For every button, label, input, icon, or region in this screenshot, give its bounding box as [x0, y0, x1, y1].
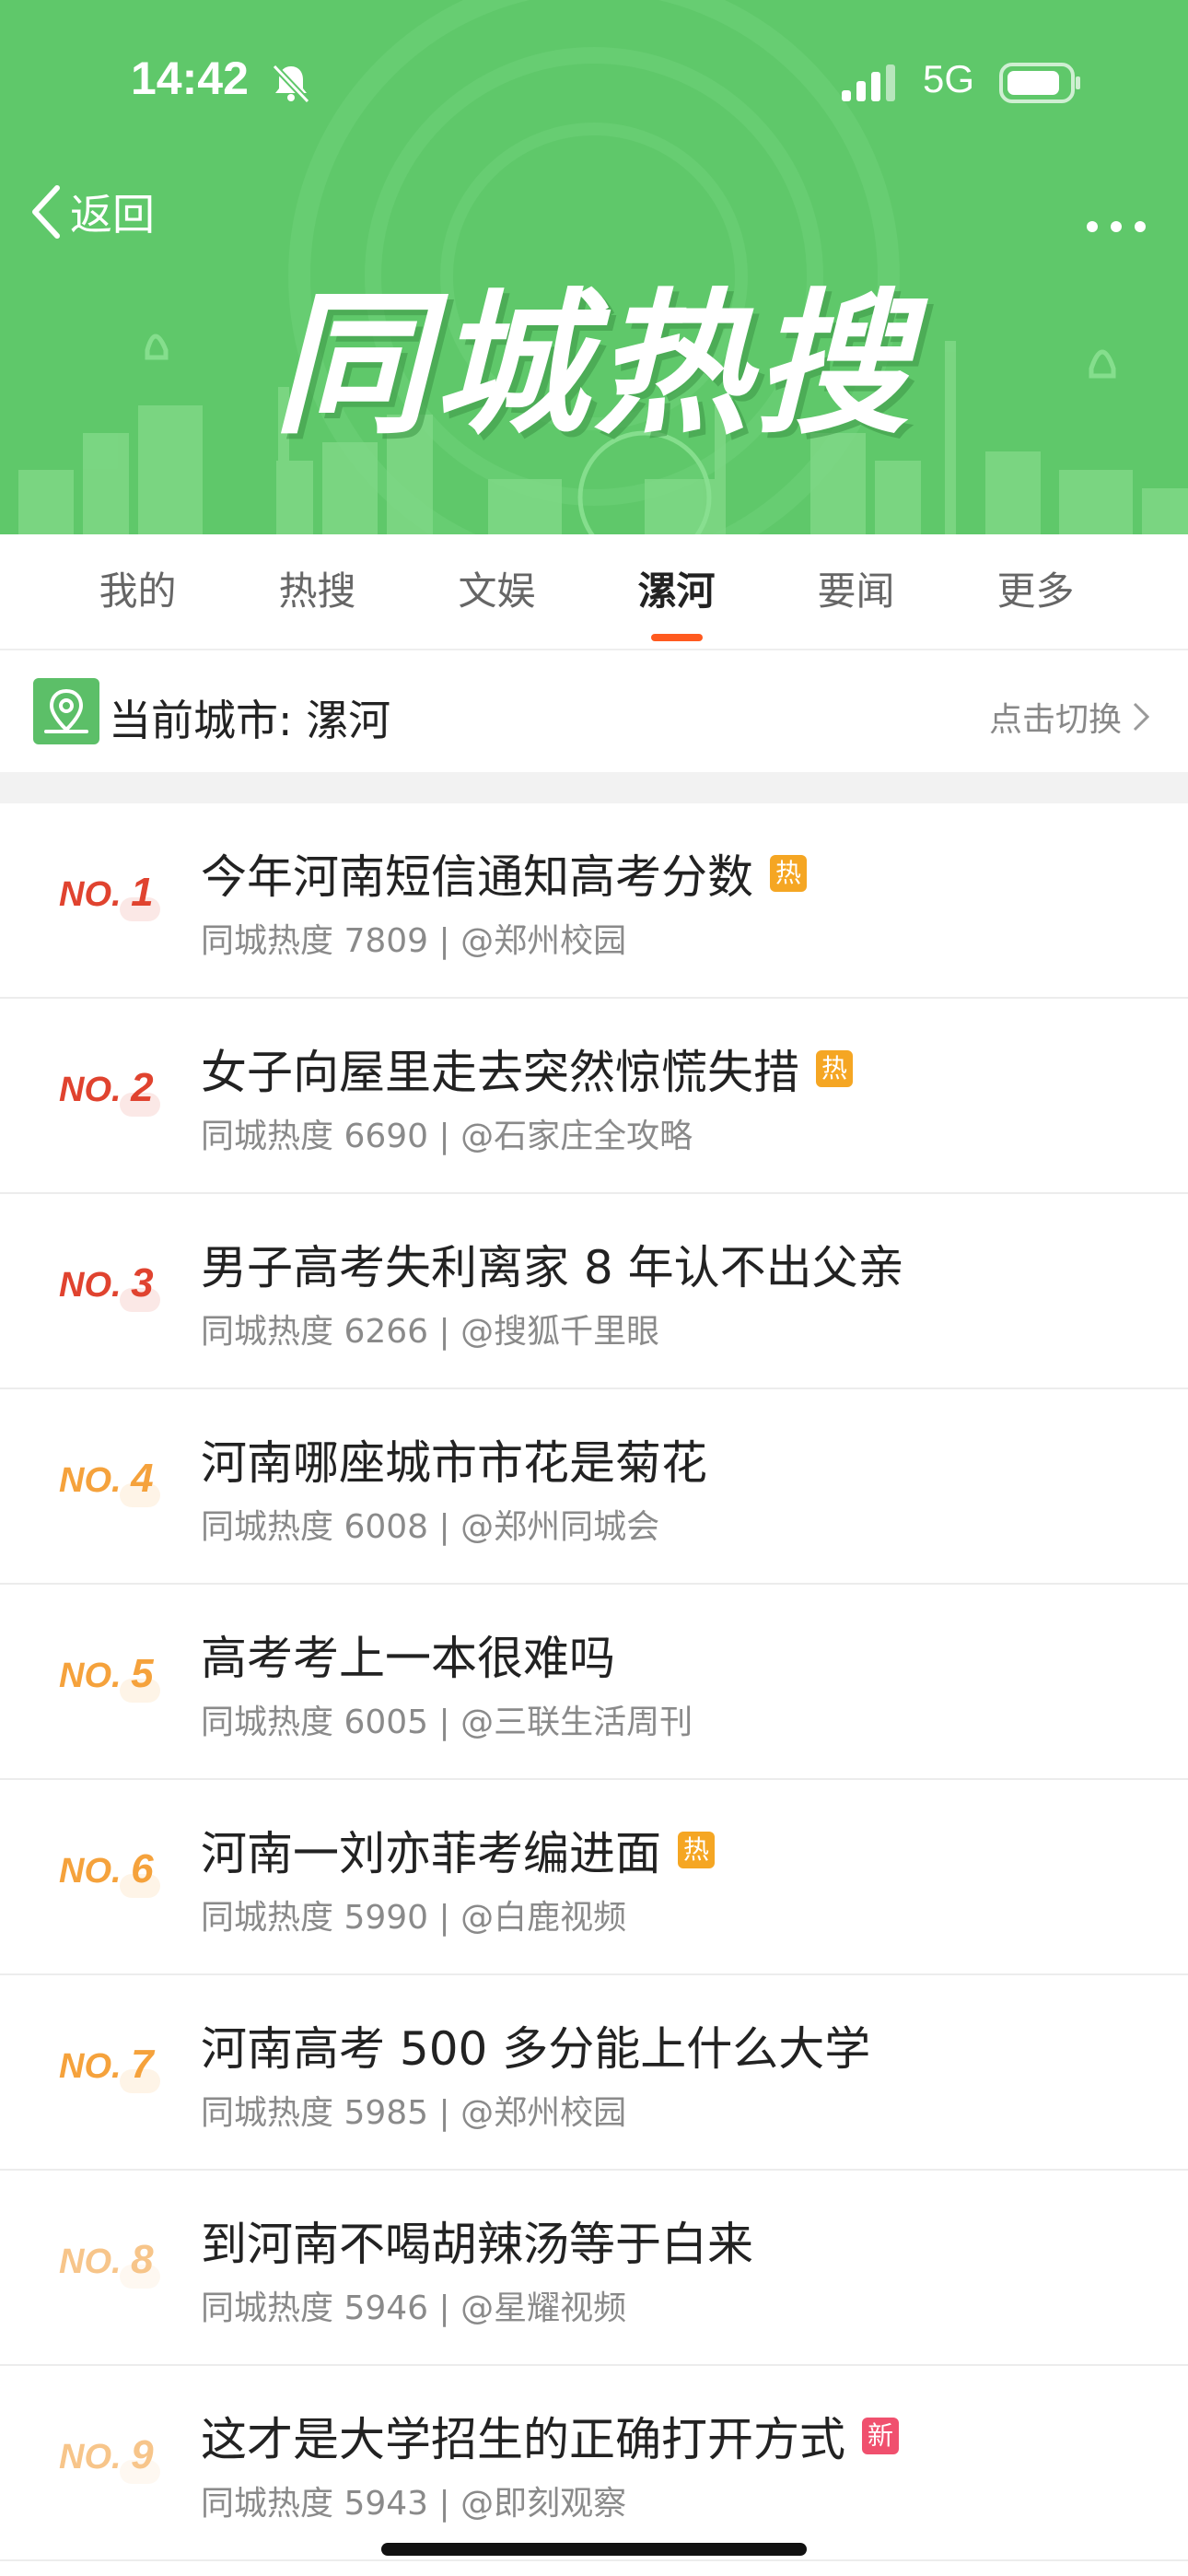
list-item[interactable]: NO. 3 男子高考失利离家 8 年认不出父亲同城热度 6266 | @搜狐千里眼: [0, 1194, 1188, 1389]
chevron-right-icon: [1133, 702, 1150, 732]
hot-search-list: NO. 1 今年河南短信通知高考分数热同城热度 7809 | @郑州校园 NO. 2…: [0, 803, 1188, 2561]
tab-luohe[interactable]: 漯河: [587, 534, 766, 649]
item-title: 高考考上一本很难吗: [201, 1632, 615, 1685]
rank-badge: NO. 3: [59, 1260, 179, 1325]
current-city-label: 当前城市: 漯河: [109, 696, 391, 745]
tab-more[interactable]: 更多: [946, 534, 1125, 649]
hot-badge: 热: [678, 1832, 715, 1868]
page-title: 同城热搜: [274, 275, 914, 455]
rank-badge: NO. 2: [59, 1065, 179, 1130]
item-title: 男子高考失利离家 8 年认不出父亲: [201, 1241, 904, 1294]
item-title: 河南高考 500 多分能上什么大学: [201, 2022, 871, 2076]
chevron-left-icon: [32, 185, 60, 239]
hero-header: 14:42 5G 返回 同城热搜: [0, 0, 1188, 534]
item-meta: 同城热度 5990 | @白鹿视频: [201, 1899, 627, 1937]
item-title: 河南一刘亦菲考编进面热: [201, 1817, 715, 1883]
item-meta: 同城热度 6008 | @郑州同城会: [201, 1508, 660, 1546]
rank-badge: NO. 5: [59, 1651, 179, 1715]
tab-entertainment[interactable]: 文娱: [407, 534, 587, 649]
item-meta: 同城热度 7809 | @郑州校园: [201, 922, 627, 960]
item-meta: 同城热度 6690 | @石家庄全攻略: [201, 1118, 693, 1155]
rank-number: NO. 8: [59, 2237, 154, 2282]
back-label: 返回: [70, 190, 155, 240]
item-meta: 同城热度 5946 | @星耀视频: [201, 2289, 627, 2327]
list-item[interactable]: NO. 1 今年河南短信通知高考分数热同城热度 7809 | @郑州校园: [0, 803, 1188, 999]
list-item[interactable]: NO. 8 到河南不喝胡辣汤等于白来同城热度 5946 | @星耀视频: [0, 2171, 1188, 2366]
list-item[interactable]: NO. 4 河南哪座城市市花是菊花同城热度 6008 | @郑州同城会: [0, 1389, 1188, 1585]
home-indicator: [381, 2543, 807, 2556]
hot-badge: 热: [770, 855, 807, 892]
rank-number: NO. 4: [59, 1456, 154, 1501]
rank-badge: NO. 7: [59, 2042, 179, 2106]
rank-badge: NO. 9: [59, 2432, 179, 2497]
rank-number: NO. 9: [59, 2432, 154, 2477]
list-item[interactable]: NO. 9 这才是大学招生的正确打开方式新同城热度 5943 | @即刻观察: [0, 2366, 1188, 2561]
item-meta: 同城热度 5943 | @即刻观察: [201, 2485, 627, 2523]
status-time: 14:42: [131, 53, 249, 104]
rank-number: NO. 6: [59, 1846, 154, 1891]
list-item[interactable]: NO. 7 河南高考 500 多分能上什么大学同城热度 5985 | @郑州校园: [0, 1975, 1188, 2171]
current-city-bar: 当前城市: 漯河 点击切换: [0, 650, 1188, 772]
rank-number: NO. 2: [59, 1065, 154, 1110]
more-options-icon[interactable]: [1079, 184, 1153, 240]
list-item[interactable]: NO. 6 河南一刘亦菲考编进面热同城热度 5990 | @白鹿视频: [0, 1780, 1188, 1975]
item-title: 河南哪座城市市花是菊花: [201, 1436, 707, 1490]
hot-badge: 热: [816, 1050, 853, 1087]
section-divider: [0, 772, 1188, 803]
list-item[interactable]: NO. 5 高考考上一本很难吗同城热度 6005 | @三联生活周刊: [0, 1585, 1188, 1780]
rank-number: NO. 3: [59, 1260, 154, 1306]
tab-label: 漯河: [637, 568, 716, 614]
network-type: 5G: [923, 57, 975, 100]
active-tab-indicator: [651, 634, 703, 641]
switch-city-button[interactable]: 点击切换: [989, 693, 1151, 741]
location-pin-icon: [33, 678, 99, 744]
item-meta: 同城热度 6266 | @搜狐千里眼: [201, 1313, 660, 1351]
category-tabs: 我的 热搜 文娱 漯河 要闻 更多: [0, 534, 1188, 650]
bell-muted-icon: [272, 64, 310, 104]
item-title: 今年河南短信通知高考分数热: [201, 840, 807, 907]
rank-badge: NO. 4: [59, 1456, 179, 1520]
tab-news[interactable]: 要闻: [766, 534, 946, 649]
item-meta: 同城热度 6005 | @三联生活周刊: [201, 1704, 693, 1741]
item-title: 这才是大学招生的正确打开方式新: [201, 2403, 899, 2469]
item-title: 到河南不喝胡辣汤等于白来: [201, 2218, 753, 2271]
battery-icon: [999, 63, 1080, 103]
switch-city-label: 点击切换: [988, 701, 1122, 739]
rank-number: NO. 1: [59, 870, 154, 915]
item-meta: 同城热度 5985 | @郑州校园: [201, 2094, 627, 2132]
cellular-signal-icon: [842, 64, 895, 101]
tab-mine[interactable]: 我的: [48, 534, 227, 649]
rank-badge: NO. 1: [59, 870, 179, 934]
tab-hot-search[interactable]: 热搜: [227, 534, 407, 649]
rank-number: NO. 5: [59, 1651, 154, 1696]
rank-number: NO. 7: [59, 2042, 154, 2087]
new-badge: 新: [862, 2418, 899, 2454]
back-button[interactable]: 返回: [28, 175, 155, 249]
status-bar: 14:42 5G: [0, 0, 1188, 166]
list-item[interactable]: NO. 2 女子向屋里走去突然惊慌失措热同城热度 6690 | @石家庄全攻略: [0, 999, 1188, 1194]
item-title: 女子向屋里走去突然惊慌失措热: [201, 1036, 853, 1102]
rank-badge: NO. 8: [59, 2237, 179, 2301]
rank-badge: NO. 6: [59, 1846, 179, 1911]
